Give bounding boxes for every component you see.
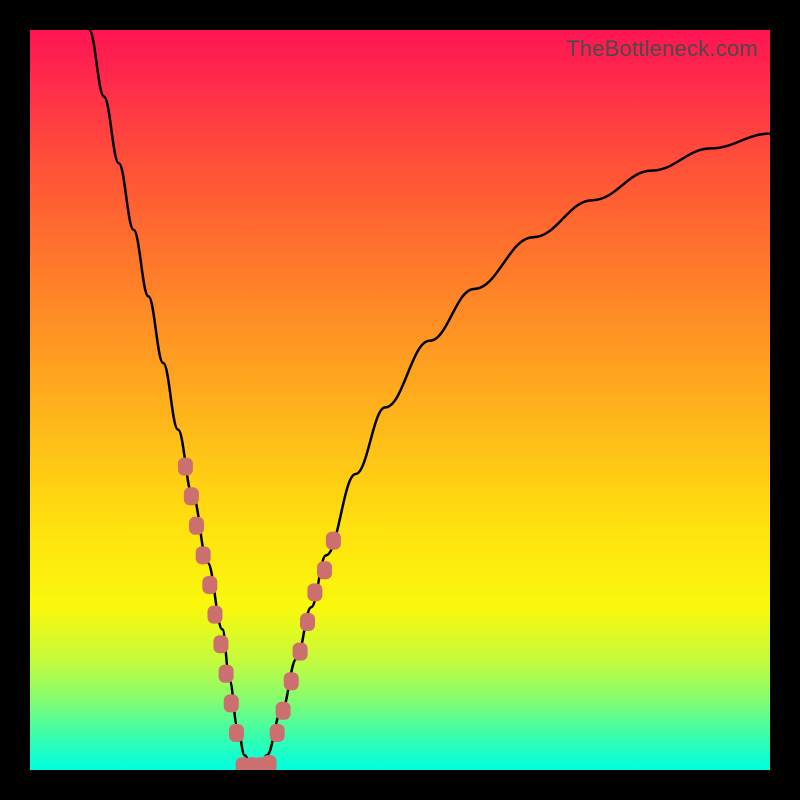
left-branch-dots-point [224, 694, 239, 712]
right-branch-dots-point [300, 613, 315, 631]
left-branch-dots-point [229, 724, 244, 742]
left-branch-dots-point [196, 546, 211, 564]
chart-svg [30, 30, 770, 770]
right-branch-dots-point [284, 672, 299, 690]
right-branch-dots-point [307, 583, 322, 601]
curve-path [89, 30, 770, 770]
left-branch-dots-point [208, 606, 223, 624]
marker-group [178, 458, 341, 770]
left-branch-dots-point [213, 635, 228, 653]
plot-area: TheBottleneck.com [30, 30, 770, 770]
right-branch-dots-point [326, 532, 341, 550]
left-branch-dots-point [178, 458, 193, 476]
right-branch-dots-point [276, 702, 291, 720]
left-branch-dots-point [184, 487, 199, 505]
chart-container: TheBottleneck.com [0, 0, 800, 800]
bottom-dots-point [262, 755, 277, 770]
left-branch-dots-point [219, 665, 234, 683]
right-branch-dots-point [270, 724, 285, 742]
left-branch-dots-point [202, 576, 217, 594]
left-branch-dots-point [189, 517, 204, 535]
v-curve-line [89, 30, 770, 770]
right-branch-dots-point [317, 561, 332, 579]
right-branch-dots-point [293, 643, 308, 661]
